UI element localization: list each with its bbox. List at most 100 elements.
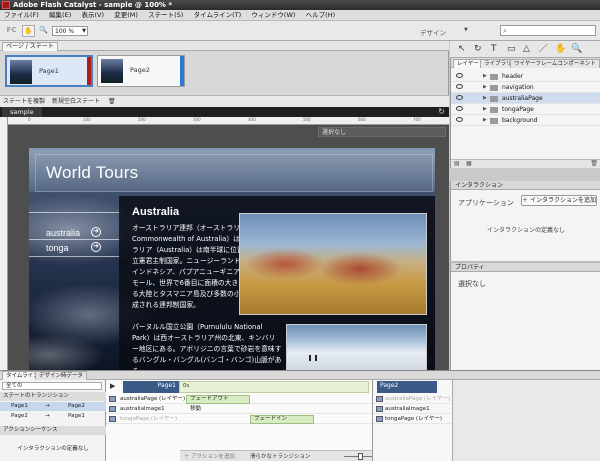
timeline-panel: タイムライン デザイン時データ 全ての ステートのトランジション Page1 →… bbox=[0, 370, 600, 461]
layer-name: australiaPage bbox=[502, 95, 543, 102]
add-interaction-button[interactable]: ＋ インタラクションを追加 bbox=[521, 195, 597, 206]
layer-folder-icon[interactable]: ▦ bbox=[466, 160, 472, 167]
nav-item-tonga[interactable]: tonga ➜ bbox=[46, 242, 101, 253]
layer-row[interactable]: ▶ tongaPage bbox=[451, 104, 600, 115]
slider-knob[interactable] bbox=[358, 453, 363, 460]
select-tool-icon[interactable]: ↖ bbox=[458, 43, 466, 55]
line-tool-icon[interactable]: ／ bbox=[539, 43, 548, 55]
tools-bar: ↖ ↻ T ▭ △ ／ ✋ 🔍 bbox=[450, 41, 600, 58]
nav-item-australia[interactable]: australia ➜ bbox=[46, 227, 101, 238]
layer-row[interactable]: ▶ header bbox=[451, 71, 600, 82]
trash-icon[interactable]: 🗑 bbox=[108, 97, 116, 107]
menu-view[interactable]: 表示(V) bbox=[77, 10, 108, 21]
trash-icon[interactable]: 🗑 bbox=[590, 160, 598, 167]
menu-timeline[interactable]: タイムライン(T) bbox=[190, 10, 246, 21]
menu-edit[interactable]: 編集(E) bbox=[45, 10, 75, 21]
pages-panel-header: ページ / ステート bbox=[0, 41, 449, 51]
nav-divider bbox=[29, 239, 121, 240]
layer-row[interactable]: ▶ australiaPage bbox=[451, 93, 600, 104]
refresh-icon[interactable]: ↻ bbox=[438, 107, 445, 117]
zoom-icon[interactable]: 🔍 bbox=[37, 25, 50, 37]
object-name: tongaPage (レイヤー) bbox=[120, 416, 178, 422]
ruler-zero-label: 0s bbox=[183, 383, 190, 389]
no-interactions-text: インタラクションの定義なし bbox=[486, 227, 565, 234]
properties-title: プロパティ bbox=[451, 263, 600, 272]
eye-icon[interactable] bbox=[456, 106, 463, 111]
state-color-edge bbox=[180, 56, 184, 86]
menu-help[interactable]: ヘルプ(H) bbox=[302, 10, 339, 21]
new-blank-state-button[interactable]: 新規空白ステート bbox=[52, 97, 100, 107]
chevron-down-icon[interactable]: ▼ bbox=[464, 27, 468, 33]
effect-fade-out[interactable]: フェードアウト bbox=[186, 395, 250, 404]
application-label: アプリケーション bbox=[458, 199, 514, 207]
rectangle-tool-icon[interactable]: ▭ bbox=[507, 43, 516, 55]
document-tab[interactable]: sample bbox=[2, 107, 42, 117]
transition-row[interactable]: Page1 → Page2 bbox=[0, 402, 106, 411]
pages-states-panel: ページ / ステート Page1 Page2 ステートを複製 新規空白ステート … bbox=[0, 41, 449, 107]
folder-icon bbox=[490, 107, 498, 113]
hand-tool-button[interactable]: ✋ bbox=[22, 25, 35, 37]
chevron-right-icon[interactable]: ▶ bbox=[483, 94, 487, 103]
timeline-empty-area bbox=[452, 380, 600, 461]
eye-icon[interactable] bbox=[456, 95, 463, 100]
app-logo-icon bbox=[2, 1, 10, 9]
timeline-ruler[interactable]: 0s bbox=[179, 381, 369, 393]
text-tool-icon[interactable]: T bbox=[491, 43, 497, 55]
eye-icon[interactable] bbox=[456, 117, 463, 122]
menu-state[interactable]: ステート(S) bbox=[144, 10, 187, 21]
tab-design-data[interactable]: デザイン時データ bbox=[35, 371, 88, 380]
arrow-right-icon: → bbox=[45, 413, 50, 419]
chevron-right-icon[interactable]: ▶ bbox=[483, 105, 487, 114]
layer-row[interactable]: ▶ background bbox=[451, 115, 600, 126]
artboard[interactable]: World Tours australia ➜ tonga ➜ Australi… bbox=[29, 148, 435, 370]
nav-divider bbox=[29, 256, 121, 257]
menu-modify[interactable]: 変更(M) bbox=[110, 10, 142, 21]
new-layer-icon[interactable]: ▤ bbox=[454, 160, 460, 167]
state-card-page2[interactable]: Page2 bbox=[97, 55, 185, 87]
tab-layers[interactable]: レイヤー bbox=[453, 59, 483, 68]
effect-move[interactable]: 移動 bbox=[186, 405, 250, 414]
duplicate-state-button[interactable]: ステートを複製 bbox=[3, 97, 45, 107]
state-thumbnail bbox=[101, 59, 123, 83]
timeline-object-row[interactable]: australiaPage (レイヤー) bbox=[373, 394, 453, 404]
add-action-button[interactable]: ＋ アクションを追加 bbox=[184, 452, 235, 461]
transitions-list: 全ての ステートのトランジション Page1 → Page2 Page2 → P… bbox=[0, 380, 106, 461]
chevron-right-icon[interactable]: ▶ bbox=[483, 72, 487, 81]
search-input[interactable]: ⌕ bbox=[500, 25, 596, 36]
menu-file[interactable]: ファイル(F) bbox=[0, 10, 43, 21]
rotate-tool-icon[interactable]: ↻ bbox=[474, 43, 482, 55]
state-label: Page1 bbox=[39, 67, 59, 75]
menu-window[interactable]: ウィンドウ(W) bbox=[247, 10, 299, 21]
object-name: australiaImage1 bbox=[385, 406, 430, 412]
chevron-right-icon[interactable]: ▶ bbox=[483, 116, 487, 125]
zoom-select[interactable]: 100 % ▼ bbox=[52, 26, 88, 36]
eye-icon[interactable] bbox=[456, 73, 463, 78]
content-panel: Australia オーストラリア連邦（オーストラリア、英語: Commonwe… bbox=[119, 196, 435, 370]
zoom-tool-icon[interactable]: 🔍 bbox=[571, 43, 582, 55]
eye-icon[interactable] bbox=[456, 84, 463, 89]
state-card-page1[interactable]: Page1 bbox=[5, 55, 93, 87]
nav-label: australia bbox=[46, 228, 81, 238]
workspace-select[interactable]: デザイン bbox=[420, 27, 446, 37]
triangle-tool-icon[interactable]: △ bbox=[523, 43, 530, 55]
tab-wireframe-components[interactable]: ワイヤーフレームコンポーネント bbox=[510, 59, 600, 68]
transition-row[interactable]: Page2 → Page1 bbox=[0, 412, 106, 421]
transition-filter-select[interactable]: 全ての bbox=[2, 382, 102, 390]
smooth-transition-button[interactable]: 滑らかなトランジション bbox=[250, 452, 311, 461]
effect-fade-in[interactable]: フェードイン bbox=[250, 415, 314, 424]
transitions-group-header[interactable]: ステートのトランジション bbox=[0, 392, 106, 401]
nav-divider bbox=[29, 212, 121, 213]
zoom-value: 100 % bbox=[55, 28, 75, 35]
timeline-object-row[interactable]: tongaPage (レイヤー) bbox=[373, 414, 453, 424]
timeline-object-row[interactable]: australiaImage1 bbox=[373, 404, 453, 414]
layer-name: navigation bbox=[502, 84, 534, 91]
hand-tool-icon[interactable]: ✋ bbox=[555, 43, 566, 55]
photo-bungle-bungle bbox=[239, 213, 427, 315]
action-sequence-header[interactable]: アクションシーケンス bbox=[0, 426, 106, 435]
layer-row[interactable]: ▶ navigation bbox=[451, 82, 600, 93]
layer-icon bbox=[109, 416, 116, 422]
pages-panel-tab[interactable]: ページ / ステート bbox=[2, 42, 58, 51]
play-icon[interactable]: ▶ bbox=[110, 382, 115, 390]
to-state-label: Page2 bbox=[380, 382, 399, 389]
chevron-right-icon[interactable]: ▶ bbox=[483, 83, 487, 92]
